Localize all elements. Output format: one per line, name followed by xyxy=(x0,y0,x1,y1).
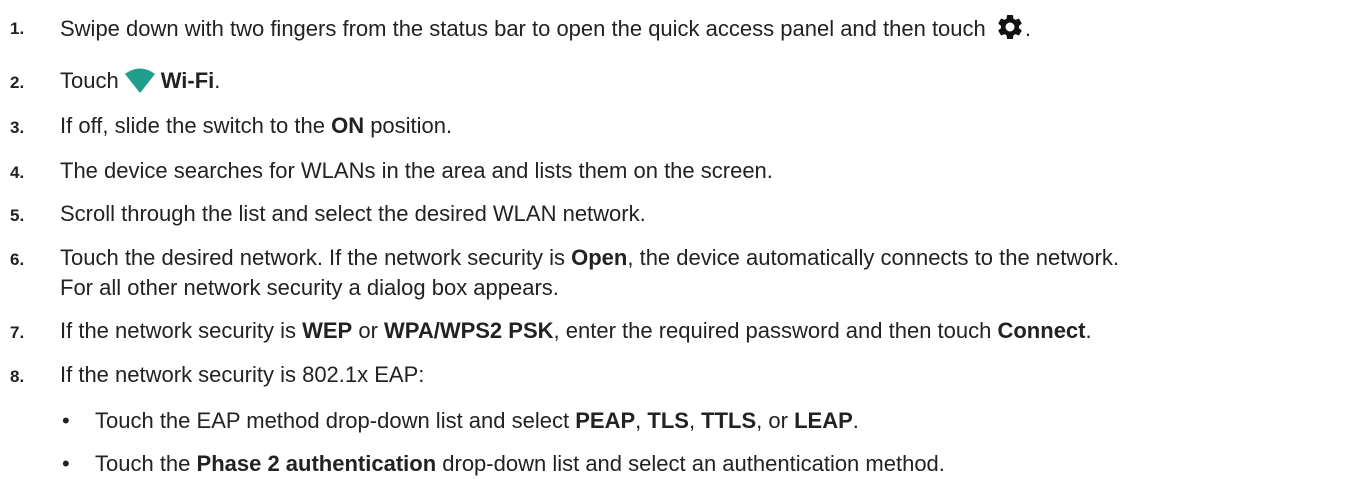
wifi-icon xyxy=(124,68,155,93)
step-number: 6. xyxy=(10,250,25,269)
step-text: If the network security is WEP or WPA/WP… xyxy=(60,318,1092,343)
step-text: The device searches for WLANs in the are… xyxy=(60,158,773,183)
step-text: If the network security is 802.1x EAP: xyxy=(60,362,425,387)
step-text-continuation: For all other network security a dialog … xyxy=(60,275,559,300)
gear-icon xyxy=(998,14,1022,40)
step-number: 7. xyxy=(10,323,25,342)
bullet-icon: • xyxy=(62,408,70,433)
step-text: Swipe down with two fingers from the sta… xyxy=(60,12,1031,44)
step-number: 8. xyxy=(10,367,25,386)
step-text: Touch Wi-Fi. xyxy=(60,68,221,93)
step-text: Scroll through the list and select the d… xyxy=(60,201,646,226)
step-number: 1. xyxy=(10,19,25,38)
step-text: Touch the desired network. If the networ… xyxy=(60,245,1119,270)
sub-step-text: Touch the EAP method drop-down list and … xyxy=(95,408,859,433)
step-number: 5. xyxy=(10,206,25,225)
step-number: 2. xyxy=(10,73,25,92)
step-text: If off, slide the switch to the ON posit… xyxy=(60,113,453,138)
step-number: 3. xyxy=(10,118,25,137)
procedure-page: { "steps": [ {"num": "1.", "a": "Swipe d… xyxy=(0,0,1361,476)
step-number: 4. xyxy=(10,163,25,182)
